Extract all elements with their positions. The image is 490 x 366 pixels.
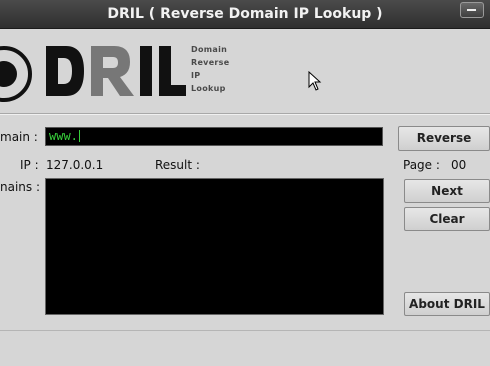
domain-label: main : xyxy=(0,130,38,144)
logo-subtitle-line: Domain xyxy=(191,45,228,54)
logo-mark-icon xyxy=(0,46,32,102)
logo-subtitle-line: Lookup xyxy=(191,84,226,93)
ip-value: 127.0.0.1 xyxy=(46,158,104,172)
domains-label: nains : xyxy=(0,180,41,194)
text-caret xyxy=(78,130,80,142)
about-button[interactable]: About DRIL xyxy=(404,292,490,316)
logo: Domain Reverse IP Lookup xyxy=(0,34,300,110)
next-button[interactable]: Next xyxy=(404,179,490,203)
footer-divider xyxy=(0,330,490,331)
results-list[interactable] xyxy=(45,178,384,315)
header-divider-highlight xyxy=(0,114,490,115)
domain-input[interactable]: www. xyxy=(45,127,383,146)
logo-subtitle-line: Reverse xyxy=(191,58,230,67)
title-bar[interactable]: DRIL ( Reverse Domain IP Lookup ) xyxy=(0,0,490,29)
page-value: 00 xyxy=(451,158,467,172)
clear-button[interactable]: Clear xyxy=(404,207,490,231)
ip-label: IP : xyxy=(20,158,39,172)
logo-wordmark xyxy=(46,46,186,96)
minimize-button[interactable] xyxy=(460,2,484,18)
result-label: Result : xyxy=(155,158,200,172)
minimize-icon xyxy=(467,9,476,11)
mouse-pointer-icon xyxy=(308,71,322,91)
page-label: Page : xyxy=(403,158,440,172)
window-title: DRIL ( Reverse Domain IP Lookup ) xyxy=(107,6,383,22)
logo-subtitle-line: IP xyxy=(191,71,201,80)
domain-input-value: www. xyxy=(49,129,78,143)
reverse-button[interactable]: Reverse xyxy=(398,126,490,151)
